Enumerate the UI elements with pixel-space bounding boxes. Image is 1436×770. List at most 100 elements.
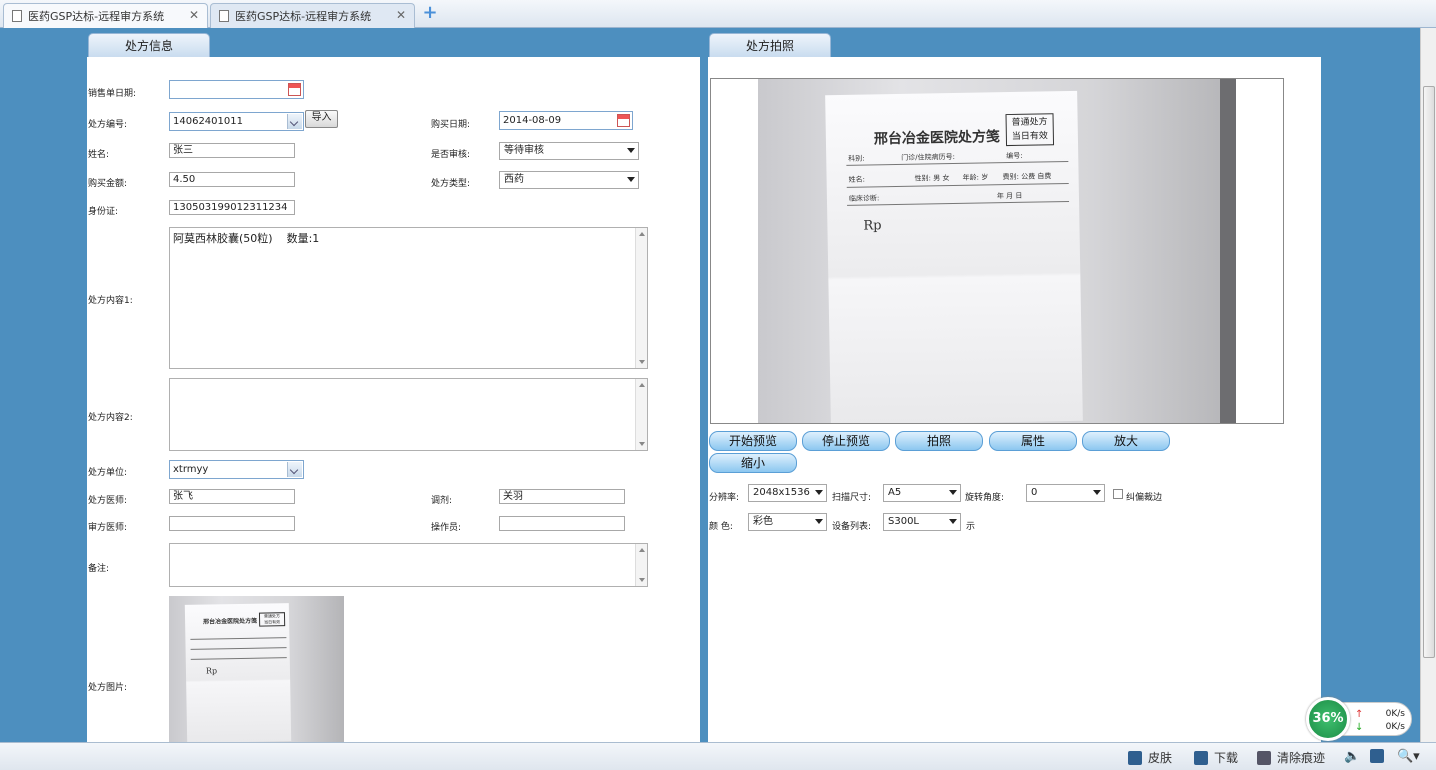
paper-row1b: 门诊/住院病历号: [901,152,956,162]
tab-prescription-photo[interactable]: 处方拍照 [709,33,831,57]
content1-textarea[interactable]: 阿莫西林胶囊(50粒) 数量:1 [169,227,648,369]
camera-image: 邢台冶金医院处方笺 普通处方 当日有效 科别: 门诊/住院病历号: 编号: 姓名:… [758,79,1236,423]
reviewer-input[interactable] [169,516,295,531]
prescription-paper: 邢台冶金医院处方笺 普通处方 当日有效 科别: 门诊/住院病历号: 编号: 姓名:… [825,90,1083,423]
id-input[interactable]: 130503199012311234 [169,200,295,215]
rx-no-label: 处方编号: [88,120,128,130]
new-tab-plus-icon[interactable]: + [421,4,439,23]
thumb-stamp-line2: 当日有效 [264,619,281,625]
scan-size-value: A5 [888,487,902,498]
stamp-line1: 普通处方 [1011,117,1048,128]
tab-prescription-info[interactable]: 处方信息 [88,33,210,57]
paper-rule [846,160,1069,166]
resolution-label: 分辨率: [709,493,740,503]
textarea-scrollbar[interactable] [635,228,647,368]
skin-button[interactable]: 皮肤 [1128,749,1172,766]
thumb-rule [190,647,287,650]
screen-icon[interactable] [1370,749,1384,763]
textarea-scrollbar[interactable] [635,379,647,450]
zoom-icon[interactable]: 🔍▾ [1397,749,1420,764]
amount-input[interactable]: 4.50 [169,172,295,187]
operator-input[interactable] [499,516,625,531]
dropdown-arrow-icon [1093,490,1101,495]
calendar-icon[interactable] [617,114,630,127]
name-input[interactable]: 张三 [169,143,295,158]
color-label: 颜 色: [709,522,733,532]
device-select[interactable]: S300L [883,513,961,531]
resolution-select[interactable]: 2048x1536 [748,484,827,502]
unit-combobox[interactable]: xtrmyy [169,460,304,479]
capture-button[interactable]: 拍照 [895,431,983,451]
scrollbar-thumb[interactable] [1423,86,1435,658]
resolution-value: 2048x1536 [753,487,810,498]
buy-date-label: 购买日期: [431,120,471,130]
dropdown-arrow-icon [815,490,823,495]
thumbnail-paper: 邢台冶金医院处方笺 普通处方 当日有效 Rp [184,603,292,742]
calendar-icon[interactable] [288,83,301,96]
device-list-label: 设备列表: [832,522,872,532]
chevron-down-icon[interactable] [287,462,302,477]
properties-button[interactable]: 属性 [989,431,1077,451]
camera-preview: 邢台冶金医院处方笺 普通处方 当日有效 科别: 门诊/住院病历号: 编号: 姓名:… [710,78,1284,424]
name-label: 姓名: [88,150,110,160]
dispense-input[interactable]: 关羽 [499,489,625,504]
document-icon [219,10,229,22]
prescription-photo-panel: 邢台冶金医院处方笺 普通处方 当日有效 科别: 门诊/住院病历号: 编号: 姓名:… [708,57,1321,742]
textarea-scrollbar[interactable] [635,544,647,586]
rx-no-combobox[interactable]: 14062401011 [169,112,304,131]
rotation-select[interactable]: 0 [1026,484,1105,502]
page-scrollbar[interactable] [1420,28,1436,742]
rx-type-select[interactable]: 西药 [499,171,639,189]
sale-date-label: 销售单日期: [88,89,137,99]
dropdown-arrow-icon [949,490,957,495]
download-button[interactable]: 下载 [1194,749,1238,766]
dropdown-arrow-icon [627,148,635,153]
paper-row2a: 姓名: [848,175,866,184]
paper-row1c: 编号: [1006,151,1023,161]
upload-arrow-icon: ↑ [1355,709,1364,720]
color-select[interactable]: 彩色 [748,513,827,531]
rotation-value: 0 [1031,487,1038,498]
close-tab-icon[interactable]: ✕ [189,8,199,22]
zoom-in-button[interactable]: 放大 [1082,431,1170,451]
thumb-stamp: 普通处方 当日有效 [258,612,286,627]
paper-stamp: 普通处方 当日有效 [1005,113,1055,147]
deskew-checkbox[interactable] [1113,489,1123,499]
memory-percent-badge[interactable]: 36% [1306,697,1350,741]
browser-tab-bar: 医药GSP达标-远程审方系统 ✕ 医药GSP达标-远程审方系统 ✕ + [0,0,1436,28]
network-speed-widget[interactable]: ↑ 0K/s ↓ 0K/s 36% [1306,697,1412,741]
start-preview-button[interactable]: 开始预览 [709,431,797,451]
paper-rule [847,200,1070,206]
dropdown-arrow-icon [949,519,957,524]
clear-label: 清除痕迹 [1277,751,1326,765]
browser-tab-2[interactable]: 医药GSP达标-远程审方系统 ✕ [210,3,415,28]
thumb-rule [190,657,287,660]
download-arrow-icon: ↓ [1355,722,1364,733]
scan-size-select[interactable]: A5 [883,484,961,502]
device-value: S300L [888,516,920,527]
doctor-input[interactable]: 张飞 [169,489,295,504]
paper-row2b: 性别: 男 女 [914,174,950,183]
close-tab-icon[interactable]: ✕ [396,8,406,22]
download-icon [1194,750,1208,765]
dropdown-arrow-icon [815,519,823,524]
chevron-down-icon[interactable] [287,114,302,129]
image-label: 处方图片: [88,683,128,693]
import-button[interactable]: 导入 [305,110,338,128]
content2-textarea[interactable] [169,378,648,451]
dropdown-arrow-icon [627,177,635,182]
stop-preview-button[interactable]: 停止预览 [802,431,890,451]
browser-tab-1[interactable]: 医药GSP达标-远程审方系统 ✕ [3,3,208,28]
rx-type-value: 西药 [504,174,524,185]
zoom-out-button[interactable]: 缩小 [709,453,797,473]
buy-date-input[interactable]: 2014-08-09 [499,111,633,130]
shirt-icon [1128,750,1142,765]
sale-date-input[interactable] [169,80,304,99]
clear-traces-button[interactable]: 清除痕迹 [1257,749,1325,766]
dispense-label: 调剂: [431,496,453,506]
review-select[interactable]: 等待审核 [499,142,639,160]
paper-row3a: 临床诊断: [848,194,880,203]
remark-textarea[interactable] [169,543,648,587]
broom-icon [1257,750,1271,765]
volume-icon[interactable]: 🔈 [1344,749,1360,764]
